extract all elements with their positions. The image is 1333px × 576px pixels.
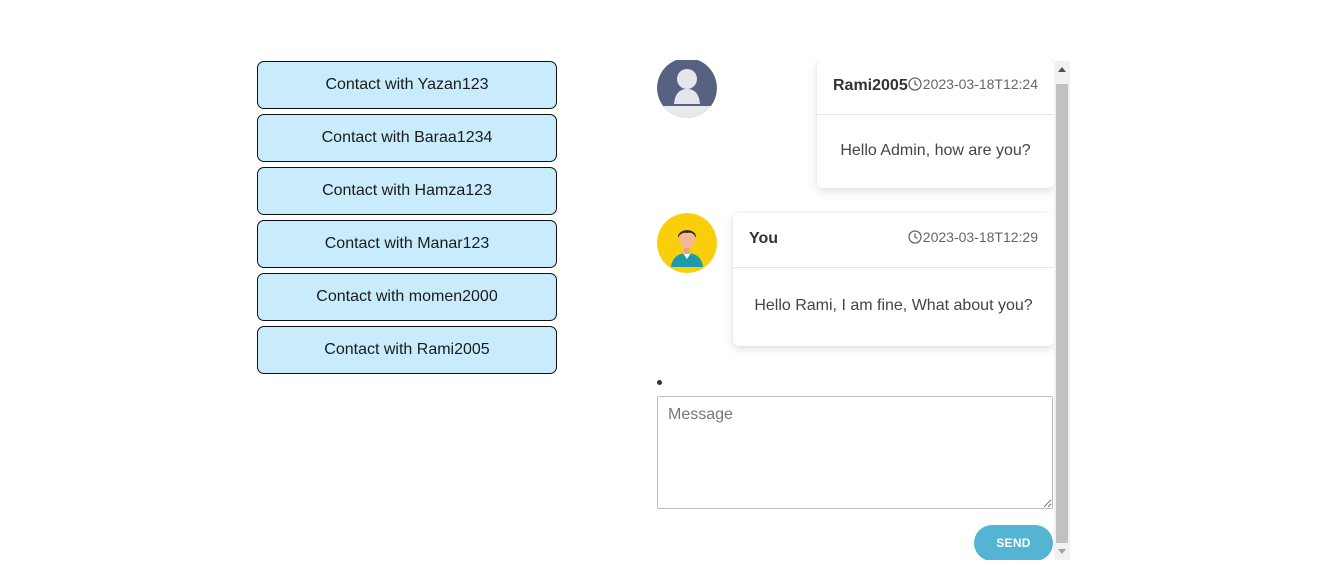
contact-button-rami2005[interactable]: Contact with Rami2005 [257, 326, 557, 374]
chat-panel: Rami2005 2023-03-18T12:24 Hello Admin, h… [655, 60, 1070, 560]
message-card: You 2023-03-18T12:29 Hello Rami, I am fi… [733, 213, 1054, 346]
contact-list: Contact with Yazan123 Contact with Baraa… [257, 61, 557, 379]
message-timestamp: 2023-03-18T12:24 [908, 76, 1038, 92]
list-bullet [657, 380, 662, 385]
user-avatar-icon [657, 60, 717, 118]
contact-button-hamza123[interactable]: Contact with Hamza123 [257, 167, 557, 215]
message-timestamp: 2023-03-18T12:29 [908, 229, 1038, 245]
message-card: Rami2005 2023-03-18T12:24 Hello Admin, h… [817, 60, 1054, 188]
contact-button-momen2000[interactable]: Contact with momen2000 [257, 273, 557, 321]
contact-button-baraa1234[interactable]: Contact with Baraa1234 [257, 114, 557, 162]
scroll-up-arrow-icon[interactable] [1054, 61, 1070, 78]
scroll-down-arrow-icon[interactable] [1054, 543, 1070, 560]
clock-icon [908, 77, 922, 91]
timestamp-text: 2023-03-18T12:29 [922, 229, 1038, 245]
message-text: Hello Rami, I am fine, What about you? [754, 297, 1033, 314]
message-sender: Rami2005 [833, 77, 908, 94]
contact-button-yazan123[interactable]: Contact with Yazan123 [257, 61, 557, 109]
scrollbar-thumb[interactable] [1056, 84, 1068, 543]
boy-avatar-icon [657, 213, 717, 273]
message-input[interactable] [657, 396, 1053, 509]
contact-button-manar123[interactable]: Contact with Manar123 [257, 220, 557, 268]
message-text: Hello Admin, how are you? [840, 142, 1031, 159]
message-header: You 2023-03-18T12:29 [733, 213, 1054, 268]
message-sender: You [749, 230, 779, 247]
chat-scrollbar[interactable] [1054, 61, 1070, 560]
send-button[interactable]: SEND [974, 525, 1053, 560]
timestamp-text: 2023-03-18T12:24 [922, 76, 1038, 92]
clock-icon [908, 230, 922, 244]
message-header: Rami2005 2023-03-18T12:24 [817, 60, 1054, 115]
